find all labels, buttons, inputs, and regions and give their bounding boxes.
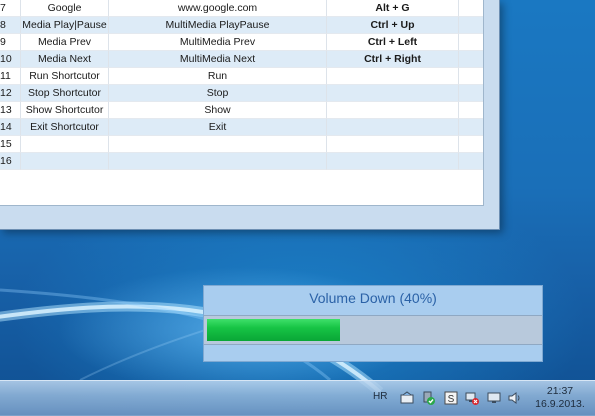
- grid-empty-area: [0, 170, 483, 205]
- action-cell[interactable]: Stop: [109, 85, 327, 102]
- hotkey-cell[interactable]: [327, 102, 459, 119]
- empty-cell[interactable]: [459, 0, 483, 17]
- table-row[interactable]: 15: [0, 136, 483, 153]
- action-cell[interactable]: MultiMedia Next: [109, 51, 327, 68]
- name-cell[interactable]: Run Shortcutor: [21, 68, 109, 85]
- name-cell[interactable]: [21, 153, 109, 170]
- row-number-cell[interactable]: 11: [0, 68, 21, 85]
- display-icon[interactable]: [486, 390, 502, 406]
- clock-date: 16.9.2013.: [535, 398, 585, 410]
- name-cell[interactable]: Media Next: [21, 51, 109, 68]
- clock[interactable]: 21:37 16.9.2013.: [530, 385, 590, 411]
- action-cell[interactable]: www.google.com: [109, 0, 327, 17]
- volume-bar-fill: [207, 319, 340, 341]
- action-cell[interactable]: [109, 136, 327, 153]
- table-row[interactable]: 9 Media Prev MultiMedia Prev Ctrl + Left: [0, 34, 483, 51]
- clock-time: 21:37: [546, 385, 574, 397]
- empty-cell[interactable]: [459, 85, 483, 102]
- row-number-cell[interactable]: 10: [0, 51, 21, 68]
- row-number-cell[interactable]: 9: [0, 34, 21, 51]
- hotkey-cell[interactable]: [327, 136, 459, 153]
- table-row[interactable]: 13 Show Shortcutor Show: [0, 102, 483, 119]
- name-cell[interactable]: Media Play|Pause: [21, 17, 109, 34]
- shortcut-grid: 7 Google www.google.com Alt + G 8 Media Play|…: [0, 0, 484, 206]
- speaker-icon[interactable]: [507, 390, 523, 406]
- hotkey-cell[interactable]: Ctrl + Up: [327, 17, 459, 34]
- row-number-cell[interactable]: 13: [0, 102, 21, 119]
- bluetooth-icon[interactable]: [399, 390, 415, 406]
- s-app-icon[interactable]: S: [443, 390, 459, 406]
- action-cell[interactable]: MultiMedia Prev: [109, 34, 327, 51]
- name-cell[interactable]: Exit Shortcutor: [21, 119, 109, 136]
- hotkey-cell[interactable]: Alt + G: [327, 0, 459, 17]
- action-cell[interactable]: Exit: [109, 119, 327, 136]
- safely-remove-icon[interactable]: [421, 390, 437, 406]
- row-number-cell[interactable]: 15: [0, 136, 21, 153]
- row-number-cell[interactable]: 16: [0, 153, 21, 170]
- taskbar: HR S 21:37 16.9.2013.: [0, 380, 595, 416]
- volume-osd: Volume Down (40%): [203, 285, 543, 362]
- empty-cell[interactable]: [459, 68, 483, 85]
- name-cell[interactable]: Media Prev: [21, 34, 109, 51]
- hotkey-cell[interactable]: Ctrl + Right: [327, 51, 459, 68]
- osd-title: Volume Down (40%): [309, 290, 437, 306]
- empty-cell[interactable]: [459, 136, 483, 153]
- empty-cell[interactable]: [459, 102, 483, 119]
- row-number-cell[interactable]: 12: [0, 85, 21, 102]
- name-cell[interactable]: Stop Shortcutor: [21, 85, 109, 102]
- empty-cell[interactable]: [459, 153, 483, 170]
- svg-text:S: S: [448, 394, 455, 405]
- network-error-icon[interactable]: [464, 390, 480, 406]
- hotkey-cell[interactable]: Ctrl + Left: [327, 34, 459, 51]
- table-row[interactable]: 11 Run Shortcutor Run: [0, 68, 483, 85]
- name-cell[interactable]: [21, 136, 109, 153]
- table-row[interactable]: 8 Media Play|Pause MultiMedia PlayPause Ctr…: [0, 17, 483, 34]
- hotkey-cell[interactable]: [327, 153, 459, 170]
- row-number-cell[interactable]: 7: [0, 0, 21, 17]
- row-number-cell[interactable]: 8: [0, 17, 21, 34]
- table-row[interactable]: 7 Google www.google.com Alt + G: [0, 0, 483, 17]
- name-cell[interactable]: Show Shortcutor: [21, 102, 109, 119]
- table-row[interactable]: 10 Media Next MultiMedia Next Ctrl + Right: [0, 51, 483, 68]
- action-cell[interactable]: [109, 153, 327, 170]
- hotkey-cell[interactable]: [327, 85, 459, 102]
- empty-cell[interactable]: [459, 119, 483, 136]
- empty-cell[interactable]: [459, 51, 483, 68]
- name-cell[interactable]: Google: [21, 0, 109, 17]
- action-cell[interactable]: MultiMedia PlayPause: [109, 17, 327, 34]
- table-row[interactable]: 14 Exit Shortcutor Exit: [0, 119, 483, 136]
- table-row[interactable]: 16: [0, 153, 483, 170]
- shortcutor-window: 7 Google www.google.com Alt + G 8 Media Play|…: [0, 0, 500, 230]
- action-cell[interactable]: Show: [109, 102, 327, 119]
- hotkey-cell[interactable]: [327, 68, 459, 85]
- empty-cell[interactable]: [459, 17, 483, 34]
- action-cell[interactable]: Run: [109, 68, 327, 85]
- volume-bar-track: [204, 315, 542, 345]
- hotkey-cell[interactable]: [327, 119, 459, 136]
- row-number-cell[interactable]: 14: [0, 119, 21, 136]
- empty-cell[interactable]: [459, 34, 483, 51]
- table-row[interactable]: 12 Stop Shortcutor Stop: [0, 85, 483, 102]
- language-indicator[interactable]: HR: [373, 391, 387, 402]
